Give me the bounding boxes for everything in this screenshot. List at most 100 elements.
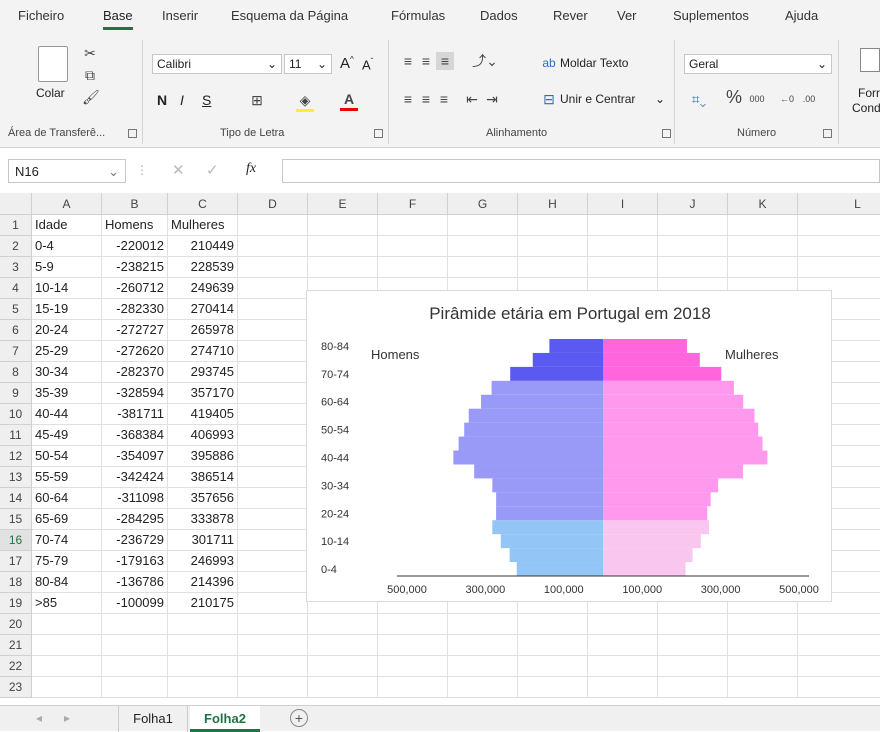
- row-header[interactable]: 2: [0, 236, 32, 257]
- thousands-separator-icon[interactable]: 000: [746, 90, 768, 108]
- cell-empty[interactable]: [238, 278, 308, 299]
- cell-empty[interactable]: [448, 677, 518, 698]
- cell-a17[interactable]: 75-79: [32, 551, 102, 572]
- cell-empty[interactable]: [238, 425, 308, 446]
- cell-a9[interactable]: 35-39: [32, 383, 102, 404]
- cell-empty[interactable]: [658, 236, 728, 257]
- cell-a6[interactable]: 20-24: [32, 320, 102, 341]
- cell-c1[interactable]: Mulheres: [168, 215, 238, 236]
- column-header-j[interactable]: J: [658, 193, 728, 215]
- cell-empty[interactable]: [378, 614, 448, 635]
- column-header-f[interactable]: F: [378, 193, 448, 215]
- row-header[interactable]: 4: [0, 278, 32, 299]
- column-header-i[interactable]: I: [588, 193, 658, 215]
- column-header-e[interactable]: E: [308, 193, 378, 215]
- cell-empty[interactable]: [728, 614, 798, 635]
- align-right-icon[interactable]: ≡: [436, 90, 452, 108]
- align-middle-icon[interactable]: ≡: [418, 52, 434, 70]
- cell-b10[interactable]: -381711: [102, 404, 168, 425]
- tab-ver[interactable]: Ver: [617, 8, 637, 23]
- cell-empty[interactable]: [238, 257, 308, 278]
- cell-c7[interactable]: 274710: [168, 341, 238, 362]
- row-header[interactable]: 19: [0, 593, 32, 614]
- formula-input[interactable]: [282, 159, 880, 183]
- fill-color-icon[interactable]: ◈: [296, 91, 314, 112]
- underline-button[interactable]: S: [202, 92, 211, 108]
- column-header-d[interactable]: D: [238, 193, 308, 215]
- row-header[interactable]: 15: [0, 509, 32, 530]
- cell-empty[interactable]: [798, 677, 880, 698]
- cell-a12[interactable]: 50-54: [32, 446, 102, 467]
- cell-c16[interactable]: 301711: [168, 530, 238, 551]
- cell-c19[interactable]: 210175: [168, 593, 238, 614]
- grow-font-icon[interactable]: A^: [340, 55, 354, 72]
- cell-empty[interactable]: [728, 677, 798, 698]
- cell-a4[interactable]: 10-14: [32, 278, 102, 299]
- cell-b11[interactable]: -368384: [102, 425, 168, 446]
- cell-empty[interactable]: [658, 677, 728, 698]
- cell-c12[interactable]: 395886: [168, 446, 238, 467]
- conditional-format-icon[interactable]: [860, 48, 880, 72]
- cell-c6[interactable]: 265978: [168, 320, 238, 341]
- column-header-c[interactable]: C: [168, 193, 238, 215]
- cell-empty[interactable]: [378, 236, 448, 257]
- cell-b12[interactable]: -354097: [102, 446, 168, 467]
- column-header-a[interactable]: A: [32, 193, 102, 215]
- cell-empty[interactable]: [308, 236, 378, 257]
- increase-decimal-icon[interactable]: ←0: [776, 90, 798, 108]
- font-color-icon[interactable]: A: [340, 90, 358, 111]
- cell-empty[interactable]: [588, 677, 658, 698]
- cell-empty[interactable]: [798, 656, 880, 677]
- cell-empty[interactable]: [238, 446, 308, 467]
- row-header[interactable]: 11: [0, 425, 32, 446]
- cell-a18[interactable]: 80-84: [32, 572, 102, 593]
- cell-empty[interactable]: [448, 257, 518, 278]
- cell-empty[interactable]: [238, 299, 308, 320]
- cell-b14[interactable]: -311098: [102, 488, 168, 509]
- cell-a21[interactable]: [32, 635, 102, 656]
- cell-empty[interactable]: [518, 215, 588, 236]
- cell-a8[interactable]: 30-34: [32, 362, 102, 383]
- cancel-icon[interactable]: ✕: [172, 161, 185, 179]
- font-size-dropdown[interactable]: 11 ⌄: [284, 54, 332, 74]
- chevron-down-icon[interactable]: ⌄: [655, 92, 665, 106]
- tab-dados[interactable]: Dados: [480, 8, 518, 23]
- cell-empty[interactable]: [798, 215, 880, 236]
- cell-a10[interactable]: 40-44: [32, 404, 102, 425]
- cell-empty[interactable]: [798, 635, 880, 656]
- cell-a3[interactable]: 5-9: [32, 257, 102, 278]
- cell-empty[interactable]: [728, 656, 798, 677]
- cell-empty[interactable]: [518, 236, 588, 257]
- cell-a5[interactable]: 15-19: [32, 299, 102, 320]
- copy-icon[interactable]: ⧉: [82, 66, 98, 84]
- cell-a23[interactable]: [32, 677, 102, 698]
- cell-b2[interactable]: -220012: [102, 236, 168, 257]
- cell-empty[interactable]: [588, 215, 658, 236]
- row-header[interactable]: 18: [0, 572, 32, 593]
- tab-rever[interactable]: Rever: [553, 8, 588, 23]
- row-header[interactable]: 10: [0, 404, 32, 425]
- cell-empty[interactable]: [308, 656, 378, 677]
- orientation-icon[interactable]: ⤴⌄: [470, 52, 500, 70]
- scroll-left-icon[interactable]: ◂: [36, 711, 42, 725]
- cell-c9[interactable]: 357170: [168, 383, 238, 404]
- cell-b23[interactable]: [102, 677, 168, 698]
- enter-icon[interactable]: ✓: [206, 161, 219, 179]
- cell-b15[interactable]: -284295: [102, 509, 168, 530]
- cell-c18[interactable]: 214396: [168, 572, 238, 593]
- cell-a20[interactable]: [32, 614, 102, 635]
- add-sheet-icon[interactable]: +: [290, 709, 308, 727]
- row-header[interactable]: 5: [0, 299, 32, 320]
- cell-c8[interactable]: 293745: [168, 362, 238, 383]
- cell-empty[interactable]: [448, 614, 518, 635]
- merge-center-button[interactable]: Unir e Centrar: [560, 92, 635, 106]
- cell-empty[interactable]: [238, 236, 308, 257]
- row-header[interactable]: 7: [0, 341, 32, 362]
- cell-empty[interactable]: [238, 551, 308, 572]
- cell-empty[interactable]: [308, 614, 378, 635]
- cell-empty[interactable]: [238, 530, 308, 551]
- cell-empty[interactable]: [378, 656, 448, 677]
- bold-button[interactable]: N: [157, 92, 167, 108]
- cell-empty[interactable]: [588, 635, 658, 656]
- cell-c11[interactable]: 406993: [168, 425, 238, 446]
